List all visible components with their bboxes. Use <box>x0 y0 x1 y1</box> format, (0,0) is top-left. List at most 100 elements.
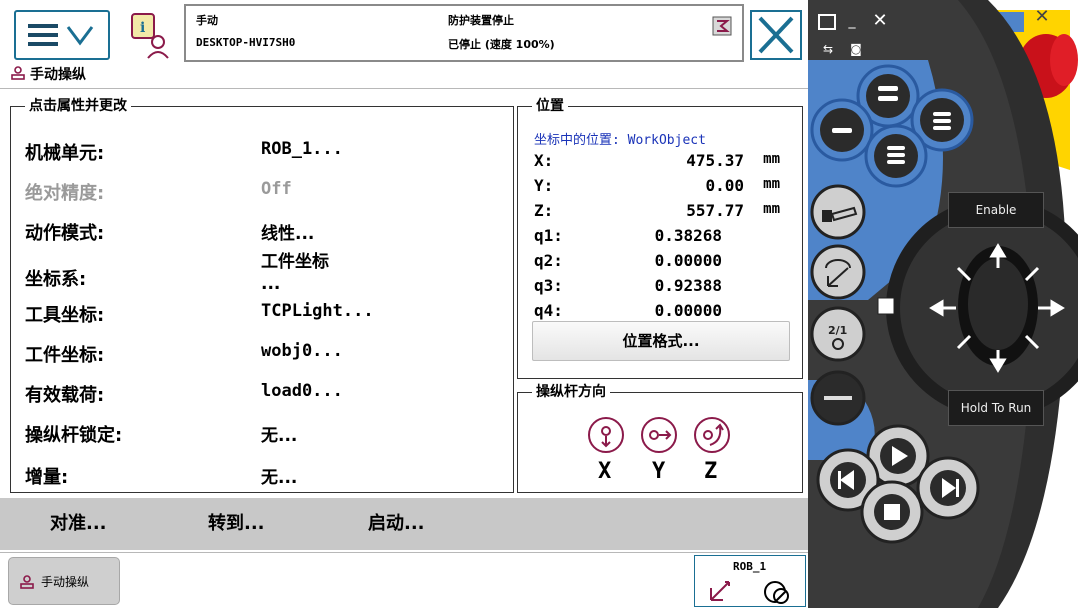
prop-absolute-accuracy: 绝对精度: Off <box>25 175 505 209</box>
restore-button[interactable] <box>818 14 836 30</box>
prop-value: ROB_1... <box>261 139 343 159</box>
top-bar: i 手动 DESKTOP-HVI7SH0 防护装置停止 已停止 (速度 100%… <box>0 0 808 83</box>
task-status-icon <box>712 16 732 36</box>
start-button[interactable]: 启动... <box>368 498 425 550</box>
joystick-axis-x: X <box>598 459 612 484</box>
prop-label: 机械单元: <box>25 143 105 164</box>
quickset-icon <box>710 581 789 604</box>
prop-label: 操纵杆锁定: <box>25 425 123 446</box>
increment-toggle-icon[interactable]: 2/1 <box>820 318 856 354</box>
position-value: 0.00 <box>705 176 744 195</box>
position-row-y: Y: 0.00 mm <box>534 176 796 201</box>
position-key: q1: <box>534 226 563 245</box>
svg-text:i: i <box>140 20 145 36</box>
prop-value: 无... <box>261 468 298 488</box>
abb-menu-button[interactable] <box>14 10 110 60</box>
prop-label: 工具坐标: <box>25 305 105 326</box>
position-key: q2: <box>534 251 563 270</box>
position-unit: mm <box>763 201 780 217</box>
jogging-view: 点击属性并更改 机械单元: ROB_1... 绝对精度: Off 动作模式: 线… <box>0 88 808 499</box>
virtual-flexpendant-device: _ ✕ ⇆ ◙ ✕ 2/1 Enable Hold To Run <box>808 0 1078 608</box>
device-body <box>808 0 1078 608</box>
enable-button[interactable]: Enable <box>948 192 1044 228</box>
prop-payload[interactable]: 有效载荷: load0... <box>25 377 505 411</box>
tool-button-icon[interactable] <box>816 198 862 228</box>
joystick-axis-y: Y <box>652 459 666 484</box>
taskbar-jogging-label: 手动操纵 <box>41 575 90 589</box>
coord-system-label: 坐标中的位置: WorkObject <box>534 133 706 148</box>
prop-increment[interactable]: 增量: 无... <box>25 459 505 493</box>
prop-tool[interactable]: 工具坐标: TCPLight... <box>25 297 505 331</box>
prop-motion-mode[interactable]: 动作模式: 线性... <box>25 215 505 249</box>
position-value: 0.00000 <box>654 251 722 270</box>
joystick-direction-icons <box>588 417 730 453</box>
prop-value: Off <box>261 179 292 199</box>
position-unit: mm <box>763 151 780 167</box>
properties-group: 点击属性并更改 机械单元: ROB_1... 绝对精度: Off 动作模式: 线… <box>10 99 514 493</box>
close-button[interactable] <box>750 10 802 60</box>
screenshot-icon[interactable]: ◙ <box>846 40 866 58</box>
event-log-icon[interactable]: i <box>128 10 174 60</box>
position-key: Z: <box>534 201 554 220</box>
position-key: Y: <box>534 176 554 195</box>
position-row-z: Z: 557.77 mm <box>534 201 796 226</box>
position-row-x: X: 475.37 mm <box>534 151 796 176</box>
svg-text:2/1: 2/1 <box>828 324 847 337</box>
prop-label: 绝对精度: <box>25 183 105 204</box>
quickset-button[interactable]: ROB_1 <box>694 555 806 607</box>
joystick-z-icon <box>694 417 730 453</box>
prop-label: 坐标系: <box>25 269 87 290</box>
prop-value: 无... <box>261 426 298 446</box>
app-title-text: 手动操纵 <box>30 67 86 83</box>
prop-label: 动作模式: <box>25 223 105 244</box>
close-icon <box>758 16 794 54</box>
position-group: 位置 坐标中的位置: WorkObject X: 475.37 mm Y: 0.… <box>517 99 803 379</box>
prop-mechanical-unit[interactable]: 机械单元: ROB_1... <box>25 135 505 169</box>
taskbar-jogging[interactable]: 手动操纵 <box>8 557 120 605</box>
prop-value-line2: ... <box>261 274 281 294</box>
position-key: q4: <box>534 301 563 320</box>
position-row-q2: q2: 0.00000 <box>534 251 796 276</box>
controller-state: 防护装置停止 <box>448 14 514 27</box>
properties-legend: 点击属性并更改 <box>29 98 127 114</box>
operating-mode: 手动 <box>196 14 218 27</box>
program-state: 已停止 (速度 100%) <box>448 38 555 51</box>
system-name: DESKTOP-HVI7SH0 <box>196 36 296 49</box>
prop-label: 有效载荷: <box>25 385 105 406</box>
minimize-button[interactable]: _ <box>842 12 862 30</box>
prop-joystick-lock[interactable]: 操纵杆锁定: 无... <box>25 417 505 451</box>
jogging-icon <box>11 66 25 80</box>
status-bar[interactable]: 手动 DESKTOP-HVI7SH0 防护装置停止 已停止 (速度 100%) <box>184 4 744 62</box>
flexpendant-screen: i 手动 DESKTOP-HVI7SH0 防护装置停止 已停止 (速度 100%… <box>0 0 808 608</box>
prop-work-object[interactable]: 工件坐标: wobj0... <box>25 337 505 371</box>
menu-icon <box>28 24 94 46</box>
position-value: 0.92388 <box>654 276 722 295</box>
position-value: 0.38268 <box>654 226 722 245</box>
position-unit: mm <box>763 176 780 192</box>
command-bar: 对准... 转到... 启动... <box>0 498 808 550</box>
swap-hand-icon[interactable]: ⇆ <box>818 40 838 58</box>
position-value: 557.77 <box>686 201 744 220</box>
prop-value: load0... <box>261 381 343 401</box>
position-value: 0.00000 <box>654 301 722 320</box>
position-value: 475.37 <box>686 151 744 170</box>
taskbar: 手动操纵 ROB_1 <box>0 552 808 608</box>
prop-value: wobj0... <box>261 341 343 361</box>
prop-value: 工件坐标 ... <box>261 251 329 295</box>
align-button[interactable]: 对准... <box>50 498 107 550</box>
device-close-button[interactable]: ✕ <box>870 12 890 30</box>
outer-close-icon[interactable]: ✕ <box>1032 8 1052 26</box>
prop-value: TCPLight... <box>261 301 374 321</box>
prop-coordinate-system[interactable]: 坐标系: 工件坐标 ... <box>25 251 505 299</box>
prop-value-line1: 工件坐标 <box>261 252 329 272</box>
hold-to-run-button[interactable]: Hold To Run <box>948 390 1044 426</box>
axis-toggle-icon[interactable] <box>820 254 856 290</box>
position-key: X: <box>534 151 554 170</box>
goto-button[interactable]: 转到... <box>208 498 265 550</box>
prop-label: 增量: <box>25 467 69 488</box>
joystick-legend: 操纵杆方向 <box>536 384 606 400</box>
position-row-q1: q1: 0.38268 <box>534 226 796 251</box>
joystick-x-icon <box>588 417 624 453</box>
position-row-q3: q3: 0.92388 <box>534 276 796 301</box>
position-format-button[interactable]: 位置格式... <box>532 321 790 361</box>
